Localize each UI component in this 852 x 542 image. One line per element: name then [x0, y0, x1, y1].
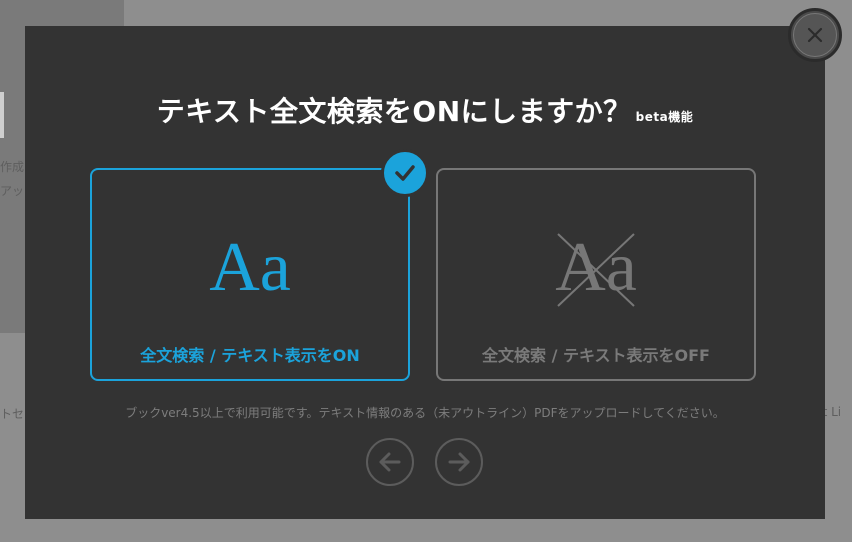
- glyph-text: Aa: [555, 229, 637, 306]
- option-on-label: 全文検索 / テキスト表示をON: [140, 346, 360, 365]
- check-icon: [381, 149, 429, 197]
- beta-badge: beta機能: [635, 110, 694, 124]
- arrow-left-icon: [379, 452, 401, 472]
- next-button[interactable]: [435, 438, 483, 486]
- close-button[interactable]: [788, 8, 842, 62]
- background-text: アッ: [0, 184, 25, 198]
- background-text: 作成: [0, 160, 25, 174]
- background-stripe: [0, 92, 4, 138]
- option-off[interactable]: Aa 全文検索 / テキスト表示をOFF: [436, 168, 756, 381]
- text-search-modal: テキスト全文検索をONにしますか？ beta機能 Aa 全文検索 / テキスト表示…: [25, 26, 825, 519]
- prev-button[interactable]: [366, 438, 414, 486]
- modal-title: テキスト全文検索をONにしますか？ beta機能: [25, 90, 825, 130]
- compatibility-note: ブックver4.5以上で利用可能です。テキスト情報のある（未アウトライン）PDF…: [125, 406, 725, 420]
- modal-title-text: テキスト全文検索をONにしますか？: [156, 95, 632, 128]
- text-glyph-crossed-icon: Aa: [438, 228, 754, 308]
- option-on[interactable]: Aa 全文検索 / テキスト表示をON: [90, 168, 410, 381]
- close-icon: [793, 13, 837, 57]
- background-text: トセ: [0, 407, 25, 421]
- option-off-label: 全文検索 / テキスト表示をOFF: [482, 346, 710, 365]
- glyph-text: Aa: [209, 229, 291, 306]
- text-glyph-icon: Aa: [92, 228, 408, 308]
- arrow-right-icon: [448, 452, 470, 472]
